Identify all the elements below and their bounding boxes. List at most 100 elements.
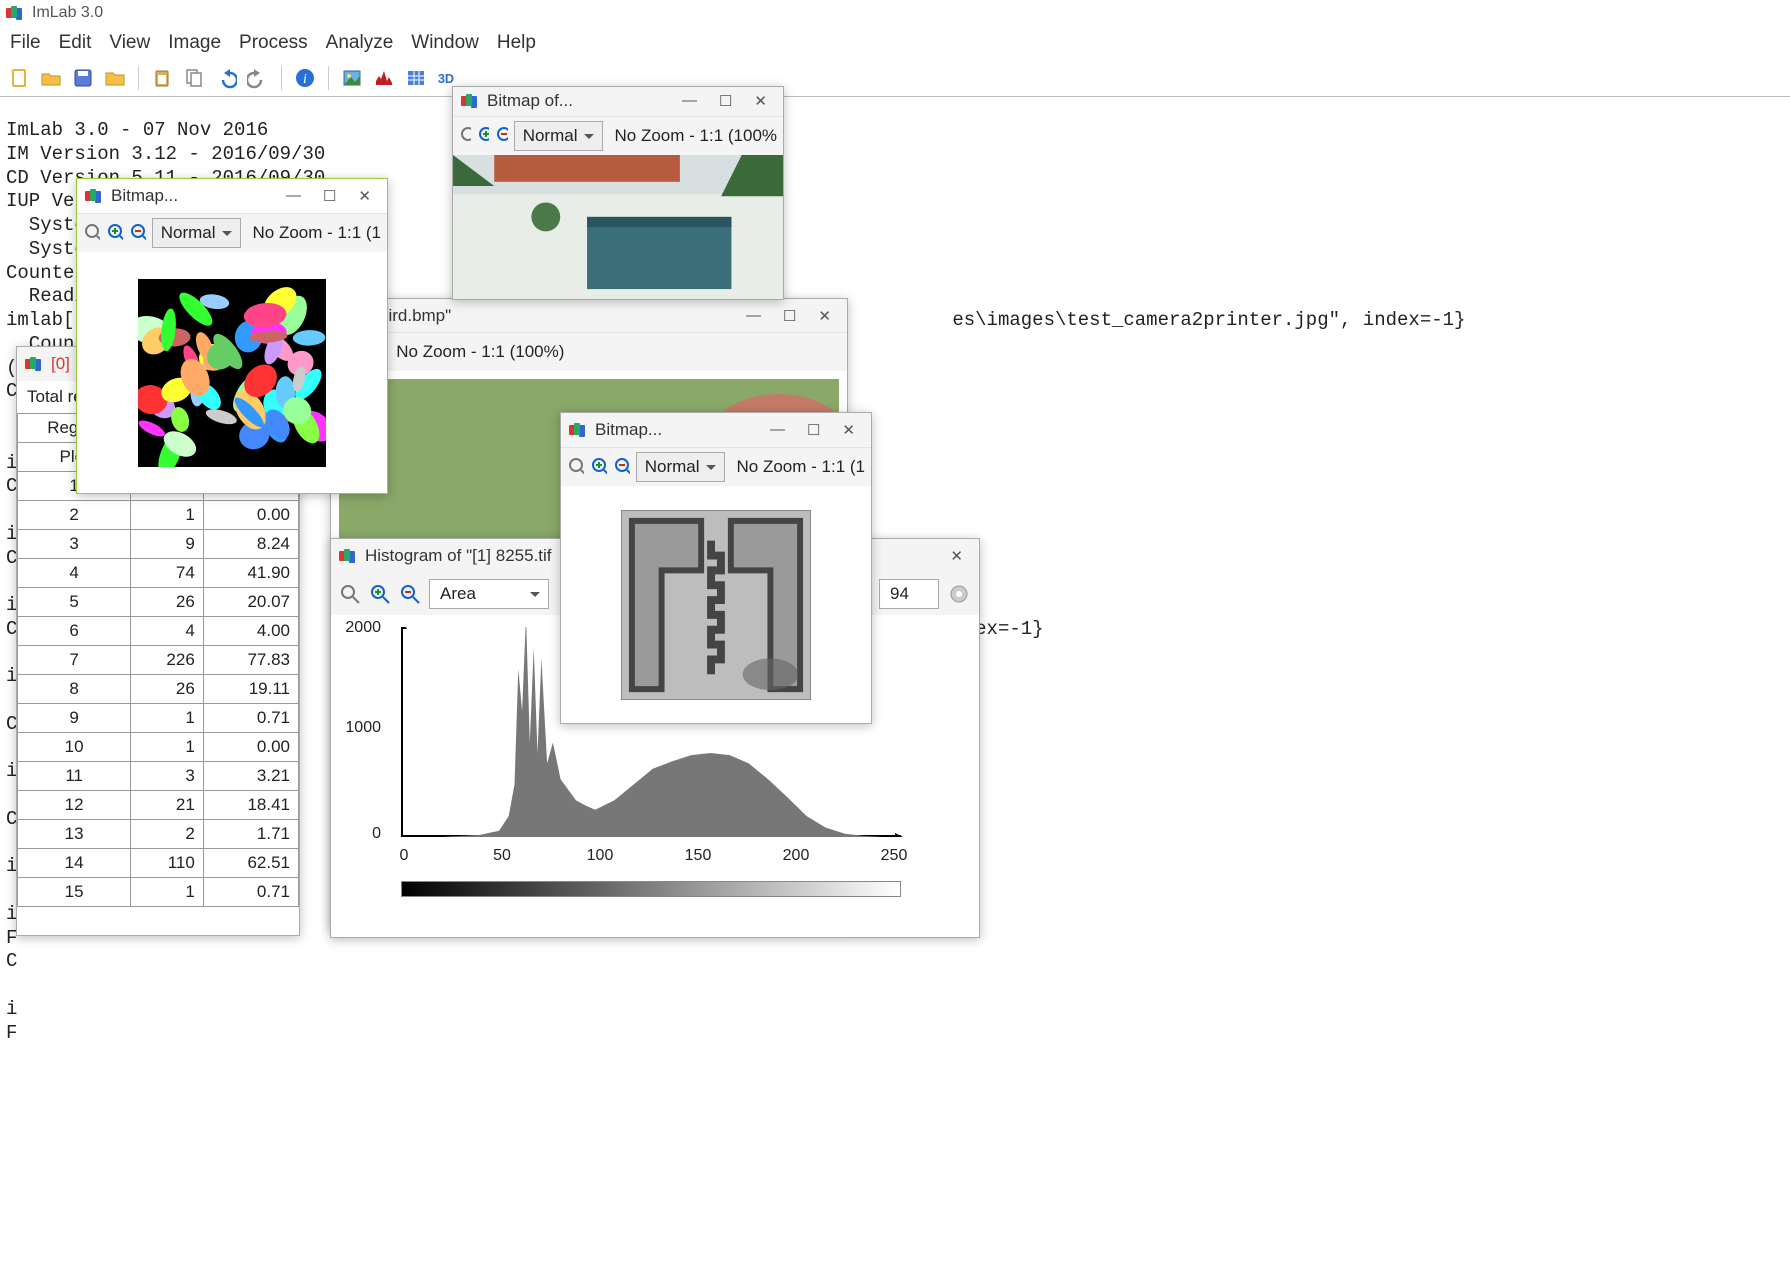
table-row[interactable]: 52620.07 bbox=[18, 588, 299, 617]
menu-window[interactable]: Window bbox=[411, 32, 479, 54]
table-row[interactable]: 1411062.51 bbox=[18, 849, 299, 878]
table-row[interactable]: 1133.21 bbox=[18, 762, 299, 791]
zoom-fit-icon[interactable] bbox=[339, 583, 361, 605]
close-icon[interactable]: ✕ bbox=[950, 547, 963, 565]
image-view[interactable] bbox=[453, 155, 783, 299]
table-row[interactable]: 398.24 bbox=[18, 530, 299, 559]
table-row[interactable]: 644.00 bbox=[18, 617, 299, 646]
app-logo-icon bbox=[85, 189, 103, 203]
table-row[interactable]: 722677.83 bbox=[18, 646, 299, 675]
zoom-mode-select[interactable]: Normal bbox=[514, 121, 603, 151]
menu-help[interactable]: Help bbox=[497, 32, 536, 54]
table-row[interactable]: 1510.71 bbox=[18, 878, 299, 907]
close-icon[interactable]: ✕ bbox=[358, 187, 371, 205]
menu-view[interactable]: View bbox=[109, 32, 150, 54]
menu-edit[interactable]: Edit bbox=[59, 32, 92, 54]
menubar: File Edit View Image Process Analyze Win… bbox=[0, 26, 1790, 62]
save-button[interactable] bbox=[70, 65, 96, 91]
bitmap-blobs-window[interactable]: Bitmap... ― ☐ ✕ Normal No Zoom - 1:1 (1 bbox=[76, 178, 388, 494]
image-view-button[interactable] bbox=[339, 65, 365, 91]
paste-button[interactable] bbox=[149, 65, 175, 91]
image-view[interactable] bbox=[561, 486, 871, 723]
open-file-button[interactable] bbox=[38, 65, 64, 91]
window-title: Histogram of "[1] 8255.tif bbox=[365, 546, 552, 566]
results-index: [0] bbox=[51, 354, 70, 374]
menu-image[interactable]: Image bbox=[168, 32, 221, 54]
table-row[interactable]: 1321.71 bbox=[18, 820, 299, 849]
main-toolbar: i 3D bbox=[0, 62, 1790, 97]
window-title: Bitmap... bbox=[595, 420, 662, 440]
app-logo-icon bbox=[461, 94, 479, 108]
close-icon[interactable]: ✕ bbox=[754, 92, 767, 110]
zoom-status: No Zoom - 1:1 (1 bbox=[247, 223, 382, 243]
table-row[interactable]: 210.00 bbox=[18, 501, 299, 530]
copy-button[interactable] bbox=[181, 65, 207, 91]
bitmap-of-window[interactable]: Bitmap of... ― ☐ ✕ Normal No Zoom - 1:1 … bbox=[452, 86, 784, 300]
open-folder-button[interactable] bbox=[102, 65, 128, 91]
undo-button[interactable] bbox=[213, 65, 239, 91]
zoom-status: No Zoom - 1:1 (100%) bbox=[390, 342, 564, 362]
ytick: 2000 bbox=[331, 619, 381, 637]
xtick: 100 bbox=[585, 847, 615, 865]
ytick: 0 bbox=[331, 825, 381, 843]
zoom-mode-select[interactable]: Normal bbox=[636, 452, 725, 482]
window-title: Bitmap... bbox=[111, 186, 178, 206]
maximize-icon[interactable]: ☐ bbox=[323, 187, 336, 205]
app-titlebar: ImLab 3.0 bbox=[0, 0, 1790, 26]
gradient-bar bbox=[401, 881, 901, 897]
maximize-icon[interactable]: ☐ bbox=[783, 307, 796, 325]
app-logo-icon bbox=[25, 357, 43, 371]
image-view[interactable] bbox=[77, 252, 387, 493]
table-button[interactable] bbox=[403, 65, 429, 91]
zoom-in-icon[interactable] bbox=[590, 456, 607, 478]
menu-file[interactable]: File bbox=[10, 32, 41, 54]
minimize-icon[interactable]: ― bbox=[682, 92, 697, 110]
zoom-out-icon[interactable] bbox=[129, 222, 146, 244]
table-row[interactable]: 82619.11 bbox=[18, 675, 299, 704]
zoom-in-icon[interactable] bbox=[477, 125, 489, 147]
zoom-in-icon[interactable] bbox=[369, 583, 391, 605]
table-row[interactable]: 910.71 bbox=[18, 704, 299, 733]
minimize-icon[interactable]: ― bbox=[770, 421, 785, 439]
zoom-in-icon[interactable] bbox=[106, 222, 123, 244]
bitmap-circuit-window[interactable]: Bitmap... ― ☐ ✕ Normal No Zoom - 1:1 (1 bbox=[560, 412, 872, 724]
zoom-out-icon[interactable] bbox=[399, 583, 421, 605]
table-row[interactable]: 47441.90 bbox=[18, 559, 299, 588]
histogram-mode-select[interactable]: Area bbox=[429, 579, 549, 609]
zoom-out-icon[interactable] bbox=[613, 456, 630, 478]
table-row[interactable]: 1010.00 bbox=[18, 733, 299, 762]
xtick: 150 bbox=[683, 847, 713, 865]
close-icon[interactable]: ✕ bbox=[818, 307, 831, 325]
maximize-icon[interactable]: ☐ bbox=[719, 92, 732, 110]
redo-button[interactable] bbox=[245, 65, 271, 91]
zoom-fit-icon[interactable] bbox=[83, 222, 100, 244]
menu-process[interactable]: Process bbox=[239, 32, 308, 54]
table-row[interactable]: 122118.41 bbox=[18, 791, 299, 820]
zoom-mode-select[interactable]: Normal bbox=[152, 218, 241, 248]
zoom-out-icon[interactable] bbox=[495, 125, 507, 147]
zoom-status: No Zoom - 1:1 (100% bbox=[609, 126, 778, 146]
menu-analyze[interactable]: Analyze bbox=[326, 32, 394, 54]
app-logo-icon bbox=[569, 423, 587, 437]
xtick: 0 bbox=[389, 847, 419, 865]
xtick: 50 bbox=[487, 847, 517, 865]
window-title: bird.bmp" bbox=[339, 306, 738, 326]
histogram-max-field[interactable]: 94 bbox=[879, 579, 939, 609]
xtick: 200 bbox=[781, 847, 811, 865]
app-logo-icon bbox=[6, 6, 24, 20]
xtick: 250 bbox=[879, 847, 909, 865]
zoom-fit-icon[interactable] bbox=[567, 456, 584, 478]
close-icon[interactable]: ✕ bbox=[842, 421, 855, 439]
gear-icon[interactable] bbox=[947, 582, 971, 606]
maximize-icon[interactable]: ☐ bbox=[807, 421, 820, 439]
window-title: Bitmap of... bbox=[487, 91, 573, 111]
histogram-button[interactable] bbox=[371, 65, 397, 91]
minimize-icon[interactable]: ― bbox=[746, 307, 761, 325]
zoom-fit-icon[interactable] bbox=[459, 125, 471, 147]
svg-text:i: i bbox=[303, 72, 307, 87]
app-logo-icon bbox=[339, 549, 357, 563]
minimize-icon[interactable]: ― bbox=[286, 187, 301, 205]
new-file-button[interactable] bbox=[6, 65, 32, 91]
info-button[interactable]: i bbox=[292, 65, 318, 91]
zoom-status: No Zoom - 1:1 (1 bbox=[731, 457, 866, 477]
